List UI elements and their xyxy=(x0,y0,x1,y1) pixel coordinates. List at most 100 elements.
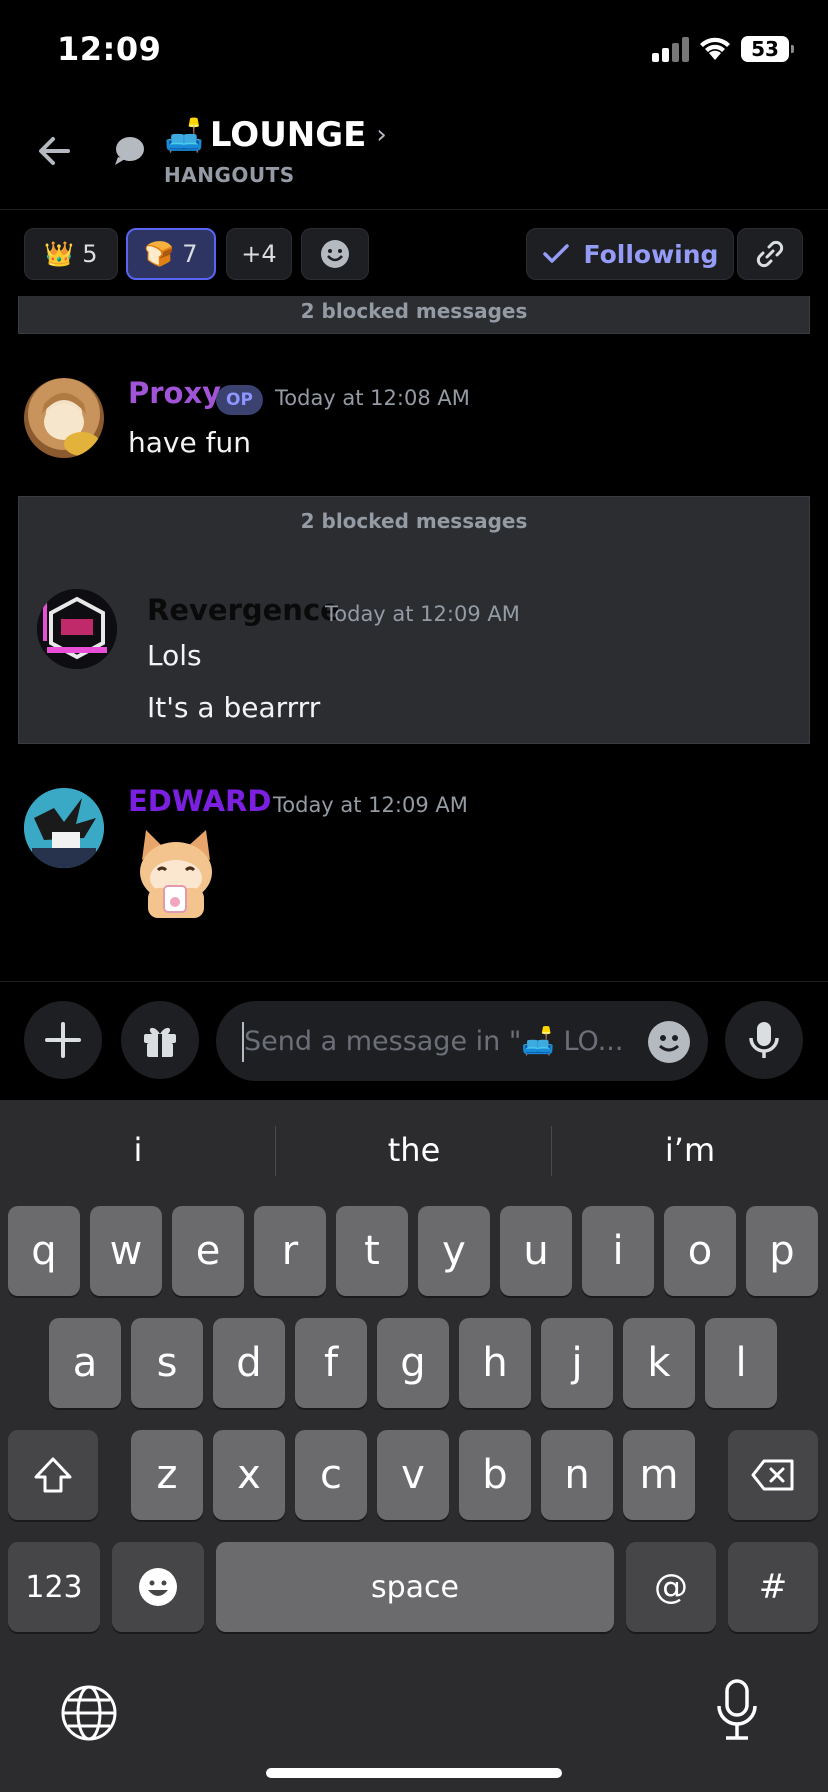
key-t[interactable]: t xyxy=(336,1206,408,1296)
crown-emoji-icon: 👑 xyxy=(44,240,75,268)
smiley-icon xyxy=(659,1035,679,1052)
reaction-count: 7 xyxy=(182,240,198,268)
following-label: Following xyxy=(583,239,719,269)
key-a[interactable]: a xyxy=(49,1318,121,1408)
message-text[interactable]: have fun xyxy=(128,426,251,459)
gift-icon xyxy=(144,1027,176,1057)
voice-message-button[interactable] xyxy=(725,1001,803,1079)
channel-header: 🛋️ LOUNGE › HANGOUTS xyxy=(0,95,828,210)
key-s[interactable]: s xyxy=(131,1318,203,1408)
key-z[interactable]: z xyxy=(131,1430,203,1520)
username[interactable]: Proxy xyxy=(128,376,221,410)
battery-level: 53 xyxy=(751,37,779,61)
key-k[interactable]: k xyxy=(623,1318,695,1408)
keyboard: i the i’m q w e r t y u i o p a s d f g … xyxy=(0,1100,828,1792)
key-c[interactable]: c xyxy=(295,1430,367,1520)
suggestion-1[interactable]: i xyxy=(0,1100,276,1200)
microphone-icon xyxy=(749,1022,779,1058)
backspace-icon xyxy=(751,1459,794,1491)
message-edward: EDWARD Today at 12:09 AM xyxy=(0,784,828,918)
reaction-bar: 👑 5 🍞 7 +4 Following xyxy=(0,228,828,280)
key-o[interactable]: o xyxy=(664,1206,736,1296)
hash-key[interactable]: # xyxy=(728,1542,818,1632)
username[interactable]: EDWARD xyxy=(128,784,271,818)
key-w[interactable]: w xyxy=(90,1206,162,1296)
avatar[interactable] xyxy=(37,589,117,669)
key-l[interactable]: l xyxy=(705,1318,777,1408)
status-time: 12:09 xyxy=(57,30,162,68)
message-proxy: Proxy OP Today at 12:08 AM have fun xyxy=(0,376,828,468)
key-y[interactable]: y xyxy=(418,1206,490,1296)
key-x[interactable]: x xyxy=(213,1430,285,1520)
cellular-signal-icon xyxy=(652,36,692,62)
cat-sticker-icon[interactable] xyxy=(128,826,224,918)
add-attachment-button[interactable] xyxy=(24,1001,102,1079)
checkmark-icon xyxy=(542,244,569,263)
key-j[interactable]: j xyxy=(541,1318,613,1408)
key-u[interactable]: u xyxy=(500,1206,572,1296)
key-h[interactable]: h xyxy=(459,1318,531,1408)
key-e[interactable]: e xyxy=(172,1206,244,1296)
key-v[interactable]: v xyxy=(377,1430,449,1520)
channel-name: LOUNGE xyxy=(209,115,367,155)
dictation-microphone-icon[interactable] xyxy=(714,1678,760,1742)
message-text[interactable]: Lols xyxy=(147,639,202,672)
key-f[interactable]: f xyxy=(295,1318,367,1408)
backspace-key[interactable] xyxy=(728,1430,818,1520)
emoji-key[interactable] xyxy=(112,1542,204,1632)
at-key[interactable]: @ xyxy=(626,1542,716,1632)
home-indicator[interactable] xyxy=(266,1768,562,1778)
thread-bubble-icon xyxy=(115,137,144,165)
username[interactable]: Revergence xyxy=(147,593,340,627)
globe-icon[interactable] xyxy=(60,1684,118,1742)
key-n[interactable]: n xyxy=(541,1430,613,1520)
key-g[interactable]: g xyxy=(377,1318,449,1408)
key-m[interactable]: m xyxy=(623,1430,695,1520)
key-p[interactable]: p xyxy=(746,1206,818,1296)
plus-icon xyxy=(45,1022,81,1058)
timestamp: Today at 12:08 AM xyxy=(275,386,470,410)
emoji-picker-icon[interactable] xyxy=(648,1021,690,1063)
shift-icon xyxy=(34,1457,72,1493)
key-q[interactable]: q xyxy=(8,1206,80,1296)
timestamp: Today at 12:09 AM xyxy=(325,602,520,626)
blocked-messages-group: 2 blocked messages Revergence Today at 1… xyxy=(18,496,810,744)
suggestion-3[interactable]: i’m xyxy=(552,1100,828,1200)
chevron-right-icon: › xyxy=(376,120,387,150)
timestamp: Today at 12:09 AM xyxy=(273,793,468,817)
message-input[interactable]: Send a message in "🛋️ LO... xyxy=(216,1001,708,1081)
more-reactions-label: +4 xyxy=(241,240,277,268)
reaction-chip-bread[interactable]: 🍞 7 xyxy=(126,228,216,280)
numbers-key[interactable]: 123 xyxy=(8,1542,100,1632)
avatar-art xyxy=(37,589,117,669)
key-d[interactable]: d xyxy=(213,1318,285,1408)
composer-divider xyxy=(0,981,828,982)
avatar-art xyxy=(42,393,100,456)
key-r[interactable]: r xyxy=(254,1206,326,1296)
add-reaction-button[interactable] xyxy=(301,228,369,280)
link-icon xyxy=(756,240,784,268)
avatar[interactable] xyxy=(24,788,104,868)
reaction-chip-more[interactable]: +4 xyxy=(226,228,292,280)
wifi-icon xyxy=(700,37,730,60)
gift-button[interactable] xyxy=(121,1001,199,1079)
avatar[interactable] xyxy=(24,378,104,458)
key-i[interactable]: i xyxy=(582,1206,654,1296)
couch-emoji-icon: 🛋️ xyxy=(164,116,204,154)
blocked-messages-bar[interactable]: 2 blocked messages xyxy=(18,296,810,334)
smiley-icon xyxy=(321,240,349,268)
channel-category: HANGOUTS xyxy=(164,163,295,187)
message-text[interactable]: It's a bearrrr xyxy=(147,691,320,724)
avatar-art xyxy=(24,788,104,868)
key-b[interactable]: b xyxy=(459,1430,531,1520)
reaction-chip-crown[interactable]: 👑 5 xyxy=(24,228,118,280)
blocked-messages-label[interactable]: 2 blocked messages xyxy=(19,509,809,533)
back-arrow-icon[interactable] xyxy=(34,131,74,171)
suggestion-2[interactable]: the xyxy=(276,1100,552,1200)
channel-title-row[interactable]: 🛋️ LOUNGE › xyxy=(164,115,387,155)
space-key[interactable]: space xyxy=(216,1542,614,1632)
op-badge: OP xyxy=(216,385,263,415)
shift-key[interactable] xyxy=(8,1430,98,1520)
copy-link-button[interactable] xyxy=(737,228,803,280)
following-button[interactable]: Following xyxy=(526,228,734,280)
